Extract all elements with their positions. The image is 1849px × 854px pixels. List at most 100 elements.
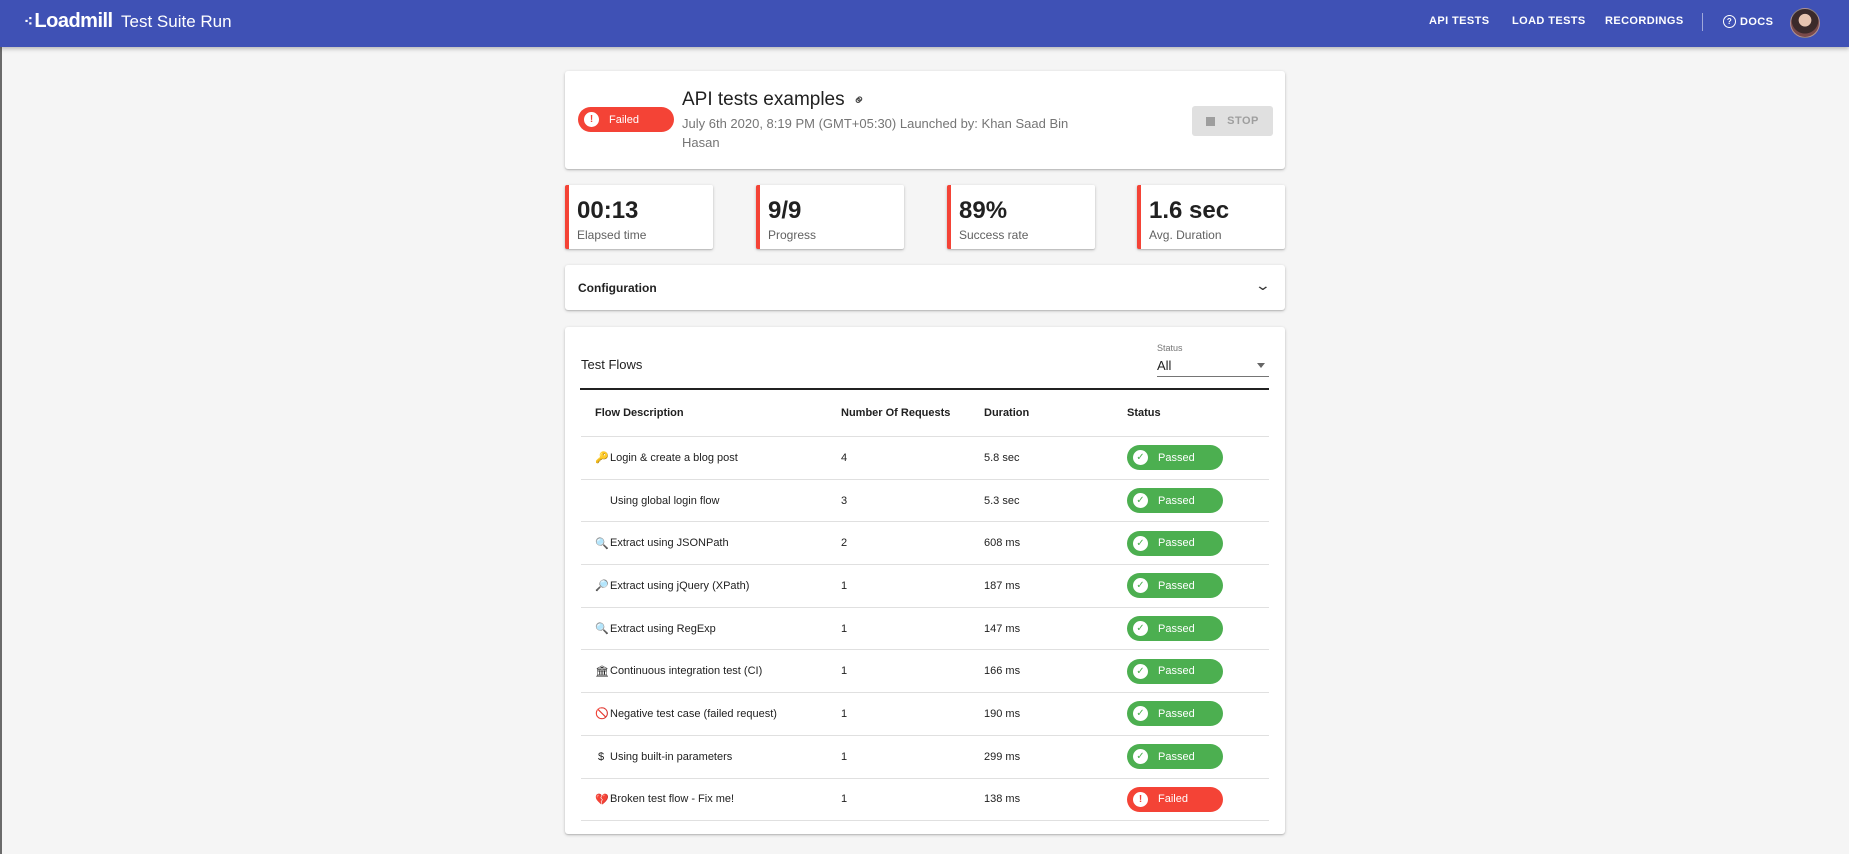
flow-description: 💔 Broken test flow - Fix me! <box>581 793 841 806</box>
status-filter-label: Status <box>1157 343 1183 353</box>
column-header-status[interactable]: Status <box>1127 407 1269 419</box>
flow-description: 🔍 Extract using JSONPath <box>581 537 841 550</box>
status-badge: ! Failed <box>1127 786 1223 812</box>
magnifier-right-icon: 🔎 <box>595 580 609 593</box>
table-row[interactable]: 🔑 Login & create a blog post 4 5.8 sec ✓ P… <box>581 437 1269 480</box>
configuration-title: Configuration <box>578 281 657 295</box>
check-icon: ✓ <box>1133 663 1148 679</box>
status-badge-label: Passed <box>1158 707 1195 720</box>
stat-progress: 9/9 Progress <box>756 185 904 249</box>
status-filter[interactable]: Status All <box>1157 343 1269 377</box>
configuration-panel[interactable]: Configuration ⌄ <box>565 265 1285 310</box>
table-row[interactable]: $ Using built-in parameters 1 299 ms ✓ Pas… <box>581 736 1269 779</box>
status-badge-label: Passed <box>1158 622 1195 635</box>
error-icon: ! <box>584 112 599 127</box>
status-badge-label: Passed <box>1158 750 1195 763</box>
user-avatar[interactable] <box>1790 8 1820 38</box>
chevron-down-icon[interactable]: ⌄ <box>1255 277 1271 294</box>
flow-status: ✓ Passed <box>1127 616 1269 642</box>
table-row[interactable]: 🚫 Negative test case (failed request) 1 1… <box>581 693 1269 736</box>
status-badge: ✓ Passed <box>1127 744 1223 770</box>
magnifier-icon: 🔍 <box>595 537 609 550</box>
flow-description: 🔍 Extract using RegExp <box>581 622 841 636</box>
flow-requests: 1 <box>841 750 848 763</box>
flow-name: Login & create a blog post <box>610 451 738 464</box>
flow-status: ✓ Passed <box>1127 573 1269 599</box>
table-row[interactable]: Using global login flow 3 5.3 sec ✓ Passe… <box>581 480 1269 523</box>
column-header-duration[interactable]: Duration <box>984 407 1127 419</box>
nav-divider <box>1702 13 1703 31</box>
suite-meta: July 6th 2020, 8:19 PM (GMT+05:30) Launc… <box>682 116 1069 150</box>
flow-description: Using global login flow <box>581 495 841 507</box>
flow-duration: 166 ms <box>984 665 1021 678</box>
flow-status: ✓ Passed <box>1127 488 1269 514</box>
check-icon: ✓ <box>1133 749 1148 765</box>
stat-label: Elapsed time <box>577 228 647 242</box>
flow-name: Using built-in parameters <box>610 750 733 763</box>
suite-status-badge: ! Failed <box>578 107 674 132</box>
suite-name: API tests examples ⚭ <box>682 89 870 111</box>
test-flows-table: Flow Description Number Of Requests Dura… <box>581 389 1269 822</box>
magnifier-icon: 🔍 <box>595 623 609 636</box>
stat-value: 1.6 sec <box>1149 197 1230 224</box>
flow-name: Continuous integration test (CI) <box>610 665 763 678</box>
flow-description: $ Using built-in parameters <box>581 751 841 763</box>
status-badge-label: Passed <box>1158 451 1195 464</box>
flow-name: Negative test case (failed request) <box>610 707 777 720</box>
table-row[interactable]: 🔍 Extract using RegExp 1 147 ms ✓ Passed <box>581 608 1269 651</box>
flow-description: 🔎 Extract using jQuery (XPath) <box>581 579 841 593</box>
stat-label: Progress <box>768 228 817 242</box>
status-badge-label: Passed <box>1158 579 1195 592</box>
stat-value: 89% <box>959 197 1008 224</box>
classical-building-icon: 🏛 <box>595 665 609 678</box>
flow-requests: 1 <box>841 579 848 592</box>
page-title: Test Suite Run <box>121 12 232 31</box>
key-icon: 🔑 <box>595 452 609 465</box>
nav-load-tests[interactable]: LOAD TESTS <box>1512 15 1586 27</box>
flow-duration: 190 ms <box>984 707 1021 720</box>
status-badge: ✓ Passed <box>1127 658 1223 684</box>
flow-status: ✓ Passed <box>1127 658 1269 684</box>
test-flows-title: Test Flows <box>581 357 643 372</box>
check-icon: ✓ <box>1133 535 1148 551</box>
flow-name: Extract using jQuery (XPath) <box>610 579 750 592</box>
loadmill-logo[interactable]: ⁖ Loadmill <box>24 10 113 33</box>
status-select[interactable]: All <box>1157 355 1269 377</box>
column-header-description[interactable]: Flow Description <box>581 407 841 419</box>
flow-duration: 147 ms <box>984 622 1021 635</box>
status-badge-label: Passed <box>1158 537 1195 550</box>
error-icon: ! <box>1133 791 1148 807</box>
link-icon[interactable]: ⚭ <box>848 89 870 111</box>
flow-status: ✓ Passed <box>1127 744 1269 770</box>
nav-docs[interactable]: ? DOCS <box>1723 15 1773 28</box>
status-badge: ✓ Passed <box>1127 445 1223 471</box>
flow-name: Extract using RegExp <box>610 622 716 635</box>
suite-header-card: ! Failed API tests examples ⚭ July 6th 2… <box>565 71 1285 169</box>
column-header-requests[interactable]: Number Of Requests <box>841 407 984 419</box>
table-row[interactable]: 🏛 Continuous integration test (CI) 1 166 … <box>581 650 1269 694</box>
nav-recordings[interactable]: RECORDINGS <box>1605 15 1684 27</box>
flow-requests: 2 <box>841 537 848 550</box>
stat-success-rate: 89% Success rate <box>947 185 1095 249</box>
flow-status: ✓ Passed <box>1127 701 1269 727</box>
stat-label: Avg. Duration <box>1149 228 1222 242</box>
broken-heart-icon: 💔 <box>595 793 609 806</box>
flow-requests: 1 <box>841 665 848 678</box>
help-icon: ? <box>1723 15 1736 28</box>
flow-status: ! Failed <box>1127 786 1269 812</box>
flow-duration: 608 ms <box>984 537 1021 550</box>
table-row[interactable]: 💔 Broken test flow - Fix me! 1 138 ms ! Fa… <box>581 779 1269 822</box>
stop-button[interactable]: STOP <box>1192 106 1273 136</box>
check-icon: ✓ <box>1133 578 1148 594</box>
logo-text: Loadmill <box>34 10 113 32</box>
nav-api-tests[interactable]: API TESTS <box>1429 15 1489 27</box>
table-row[interactable]: 🔍 Extract using JSONPath 2 608 ms ✓ Passed <box>581 522 1269 566</box>
flow-requests: 1 <box>841 622 848 635</box>
check-icon: ✓ <box>1133 493 1148 509</box>
flow-name: Broken test flow - Fix me! <box>610 793 735 806</box>
check-icon: ✓ <box>1133 706 1148 722</box>
prohibited-icon: 🚫 <box>595 708 609 721</box>
flow-description: 🏛 Continuous integration test (CI) <box>581 665 841 678</box>
flow-requests: 3 <box>841 494 848 507</box>
table-row[interactable]: 🔎 Extract using jQuery (XPath) 1 187 ms ✓… <box>581 565 1269 608</box>
